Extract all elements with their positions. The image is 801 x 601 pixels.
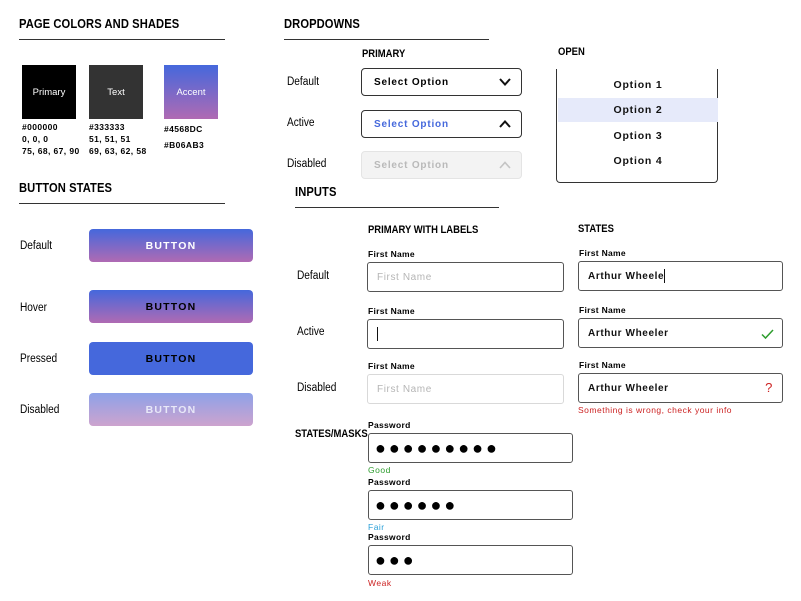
button-state-hover-label: Hover xyxy=(20,302,48,314)
swatch-accent-hex2: #B06AB3 xyxy=(164,140,205,150)
buttons-section-divider xyxy=(19,203,225,204)
swatch-text-hex: #333333 xyxy=(89,122,125,132)
dropdown-default[interactable]: Select Option xyxy=(361,68,522,96)
state-first-name-label: First Name xyxy=(579,360,626,370)
dropdown-option[interactable]: Option 3 xyxy=(558,124,718,148)
checkmark-icon xyxy=(761,329,774,340)
chevron-down-icon xyxy=(499,78,511,86)
swatch-primary-meta: #000000 0, 0, 0 75, 68, 67, 90 xyxy=(22,121,80,157)
first-name-input-active[interactable] xyxy=(367,319,564,349)
chevron-up-icon xyxy=(499,120,511,128)
password-strength-good: Good xyxy=(368,465,391,475)
inputs-section-divider xyxy=(295,207,499,208)
input-state-default-label: Default xyxy=(297,270,330,282)
first-name-value: Arthur Wheele xyxy=(588,270,665,282)
button-state-pressed-label: Pressed xyxy=(20,353,58,365)
swatch-text-label: Text xyxy=(107,86,125,98)
swatch-primary-hex: #000000 xyxy=(22,122,58,132)
swatch-accent: Accent xyxy=(164,65,218,119)
text-caret xyxy=(377,327,378,341)
dropdowns-open-heading: OPEN xyxy=(558,46,585,58)
password-input-weak[interactable]: ●●● xyxy=(368,545,573,575)
swatch-accent-meta: #4568DC #B06AB3 xyxy=(164,121,204,153)
password-label: Password xyxy=(368,477,411,487)
button-state-disabled-label: Disabled xyxy=(20,404,60,416)
dropdown-active[interactable]: Select Option xyxy=(361,110,522,138)
text-caret xyxy=(664,269,666,283)
inputs-section-title: INPUTS xyxy=(295,184,337,199)
swatch-accent-hex: #4568DC xyxy=(164,124,203,134)
colors-section-divider xyxy=(19,39,225,40)
dropdown-disabled-value: Select Option xyxy=(374,159,449,171)
first-name-input-default[interactable]: First Name xyxy=(367,262,564,292)
first-name-placeholder: First Name xyxy=(377,383,432,395)
dropdown-active-value: Select Option xyxy=(374,118,449,130)
first-name-label: First Name xyxy=(368,306,415,316)
dropdown-state-default-label: Default xyxy=(287,76,320,88)
first-name-value: Arthur Wheeler xyxy=(588,327,669,339)
dropdowns-primary-heading: PRIMARY xyxy=(362,48,406,60)
button-default[interactable]: BUTTON xyxy=(89,229,253,262)
dropdowns-section-title: DROPDOWNS xyxy=(284,16,360,31)
swatch-text-meta: #333333 51, 51, 51 69, 63, 62, 58 xyxy=(89,121,147,157)
inputs-primary-heading: PRIMARY WITH LABELS xyxy=(368,224,479,236)
swatch-primary-rgb: 0, 0, 0 xyxy=(22,134,49,144)
state-first-name-label: First Name xyxy=(579,305,626,315)
swatch-accent-label: Accent xyxy=(176,86,206,98)
chevron-up-icon xyxy=(499,161,511,169)
dropdown-disabled: Select Option xyxy=(361,151,522,179)
dropdown-option-highlighted[interactable]: Option 2 xyxy=(558,98,718,122)
colors-section-title: PAGE COLORS AND SHADES xyxy=(19,16,180,31)
password-mask: ●●● xyxy=(375,549,417,570)
button-state-default-label: Default xyxy=(20,240,53,252)
buttons-section-title: BUTTON STATES xyxy=(19,180,113,195)
dropdown-default-value: Select Option xyxy=(374,76,449,88)
button-hover[interactable]: BUTTON xyxy=(89,290,253,323)
masks-heading: STATES/MASKS xyxy=(295,428,368,440)
swatch-primary: Primary xyxy=(22,65,76,119)
error-message: Something is wrong, check your info xyxy=(578,405,733,415)
password-mask: ●●●●●●●●● xyxy=(375,437,500,458)
first-name-input-error[interactable]: Arthur Wheeler ? xyxy=(578,373,783,403)
button-pressed[interactable]: BUTTON xyxy=(89,342,253,375)
input-state-disabled-label: Disabled xyxy=(297,382,337,394)
first-name-value: Arthur Wheeler xyxy=(588,382,669,394)
password-mask: ●●●●●● xyxy=(375,494,459,515)
question-icon: ? xyxy=(765,380,773,395)
input-state-active-label: Active xyxy=(297,326,325,338)
first-name-input-typing[interactable]: Arthur Wheele xyxy=(578,261,783,291)
password-strength-weak: Weak xyxy=(368,578,392,588)
password-label: Password xyxy=(368,532,411,542)
dropdown-state-disabled-label: Disabled xyxy=(287,158,327,170)
state-first-name-label: First Name xyxy=(579,248,626,258)
dropdowns-section-divider xyxy=(284,39,489,40)
button-disabled: BUTTON xyxy=(89,393,253,426)
password-input-good[interactable]: ●●●●●●●●● xyxy=(368,433,573,463)
dropdown-option[interactable]: Option 4 xyxy=(558,149,718,173)
dropdown-open-list: Option 1 Option 2 Option 3 Option 4 xyxy=(556,69,718,183)
first-name-label: First Name xyxy=(368,249,415,259)
first-name-input-disabled: First Name xyxy=(367,374,564,404)
password-input-fair[interactable]: ●●●●●● xyxy=(368,490,573,520)
dropdown-state-active-label: Active xyxy=(287,117,315,129)
swatch-text: Text xyxy=(89,65,143,119)
swatch-primary-cmyk: 75, 68, 67, 90 xyxy=(22,146,80,156)
dropdown-option[interactable]: Option 1 xyxy=(558,73,718,97)
first-name-placeholder: First Name xyxy=(377,271,432,283)
first-name-label: First Name xyxy=(368,361,415,371)
swatch-text-rgb: 51, 51, 51 xyxy=(89,134,131,144)
inputs-states-heading: STATES xyxy=(578,223,614,235)
password-strength-fair: Fair xyxy=(368,522,385,532)
swatch-primary-label: Primary xyxy=(32,86,66,98)
first-name-input-success[interactable]: Arthur Wheeler xyxy=(578,318,783,348)
swatch-text-cmyk: 69, 63, 62, 58 xyxy=(89,146,147,156)
password-label: Password xyxy=(368,420,411,430)
